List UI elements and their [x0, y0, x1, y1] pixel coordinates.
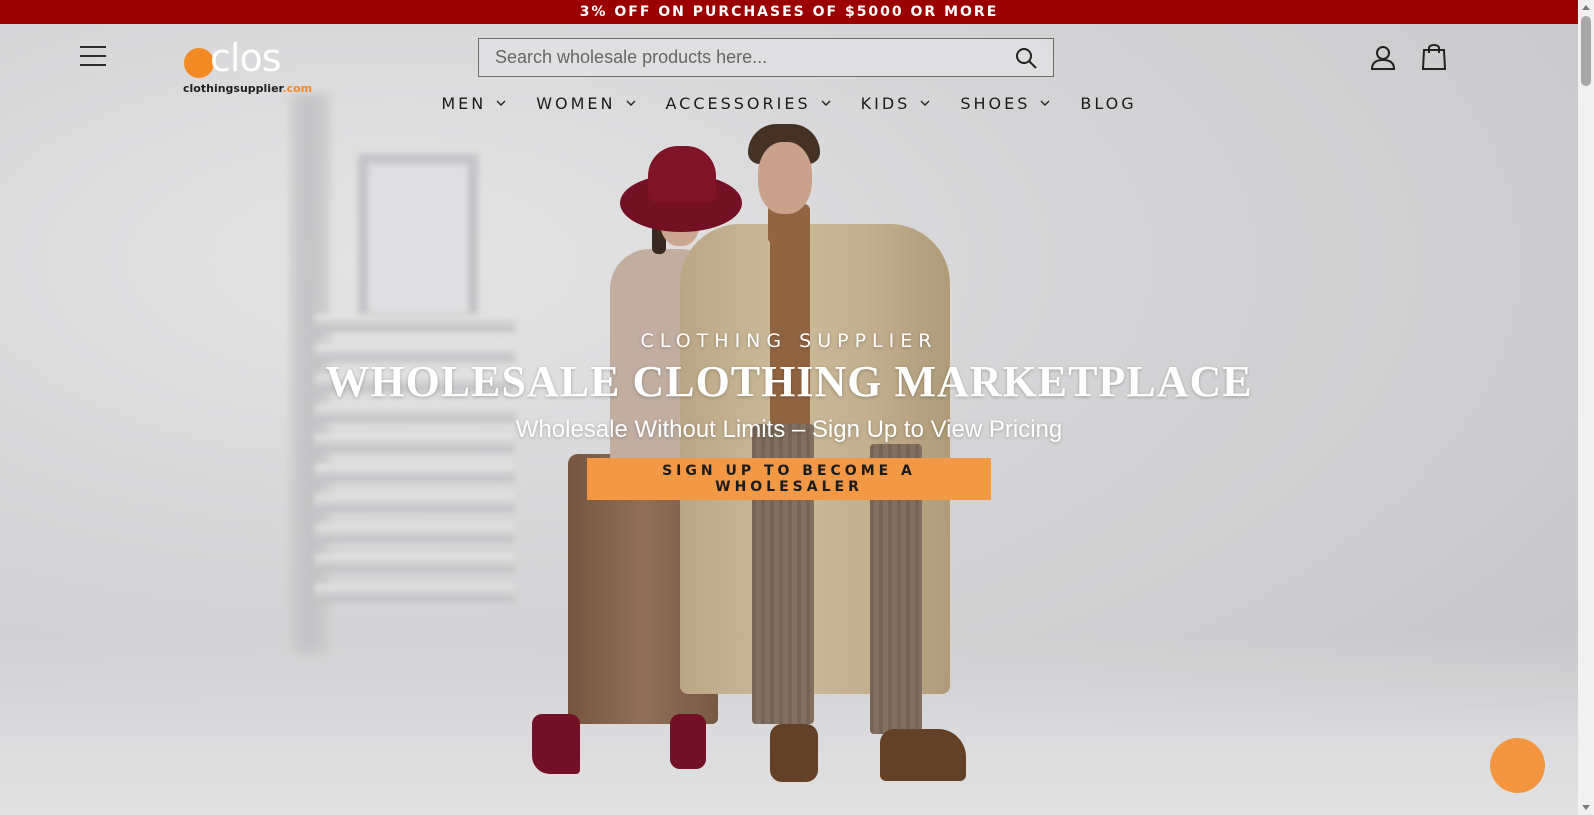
- user-icon[interactable]: [1370, 44, 1396, 70]
- search-bar: [478, 38, 1054, 77]
- scrollbar-thumb[interactable]: [1581, 16, 1591, 86]
- chevron-down-icon: [1040, 100, 1050, 106]
- nav-item-men[interactable]: MEN: [441, 94, 506, 113]
- site-logo[interactable]: clos clothingsupplier.com: [182, 36, 312, 95]
- nav-item-blog[interactable]: BLOG: [1080, 94, 1136, 113]
- announcement-text: 3% OFF ON PURCHASES OF $5000 OR MORE: [579, 4, 999, 20]
- nav-item-women[interactable]: WOMEN: [536, 94, 635, 113]
- chat-widget-button[interactable]: [1490, 738, 1545, 793]
- chevron-down-icon: [626, 100, 635, 106]
- chevron-down-icon: [821, 100, 831, 106]
- announcement-bar: 3% OFF ON PURCHASES OF $5000 OR MORE: [0, 0, 1578, 24]
- hero-subheading: Wholesale Without Limits – Sign Up to Vi…: [515, 416, 1063, 443]
- search-icon[interactable]: [999, 39, 1053, 76]
- site-header: clos clothingsupplier.com MEN WOMEN: [0, 24, 1578, 134]
- nav-item-shoes[interactable]: SHOES: [960, 94, 1050, 113]
- scroll-down-arrow-icon[interactable]: [1582, 805, 1590, 810]
- nav-item-accessories[interactable]: ACCESSORIES: [666, 94, 831, 113]
- hero-eyebrow: CLOTHING SUPPLIER: [640, 330, 938, 352]
- chevron-down-icon: [496, 100, 506, 106]
- main-navigation: MEN WOMEN ACCESSORIES KIDS SHOES BLOG: [0, 90, 1578, 116]
- hero-headline: WHOLESALE CLOTHING MARKETPLACE: [325, 357, 1253, 406]
- hamburger-menu-icon[interactable]: [80, 46, 106, 66]
- signup-wholesaler-button[interactable]: SIGN UP TO BECOME A WHOLESALER: [587, 458, 991, 500]
- search-input[interactable]: [479, 39, 999, 76]
- nav-item-kids[interactable]: KIDS: [861, 94, 931, 113]
- shopping-bag-icon[interactable]: [1421, 42, 1447, 70]
- chevron-down-icon: [920, 100, 930, 106]
- logo-wordmark: clos: [210, 36, 281, 80]
- scroll-up-arrow-icon[interactable]: [1582, 5, 1590, 10]
- page-scrollbar[interactable]: [1578, 0, 1594, 815]
- hero-content: CLOTHING SUPPLIER WHOLESALE CLOTHING MAR…: [0, 330, 1578, 500]
